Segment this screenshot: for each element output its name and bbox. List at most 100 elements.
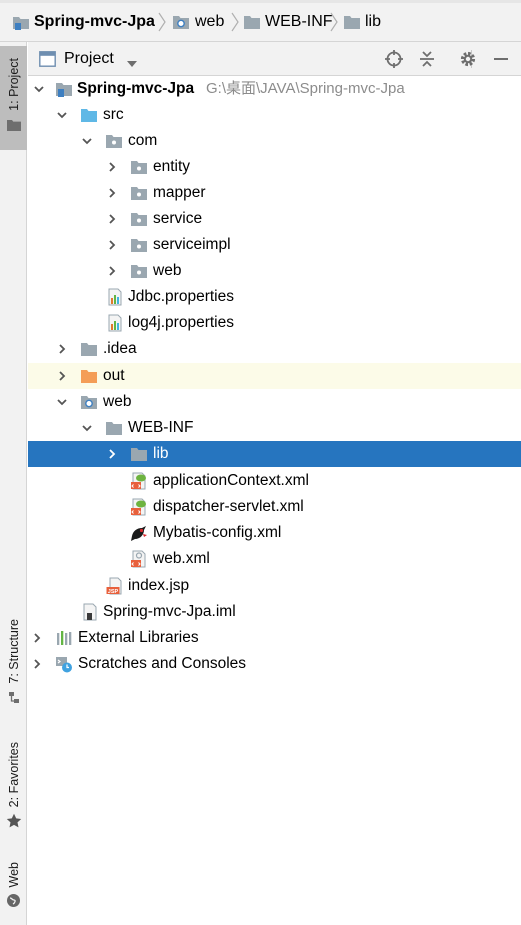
folder-icon [343,13,361,31]
tree-label-serviceimpl: serviceimpl [153,236,231,253]
globe-icon [6,893,21,908]
source-folder-icon [80,106,98,124]
tree-node-service[interactable]: service [28,206,521,232]
panel-title[interactable]: Project [64,49,114,69]
tree-node-scratches[interactable]: Scratches and Consoles [28,651,521,677]
tree-label-out: out [103,367,125,384]
structure-icon [7,691,21,705]
locate-target-icon[interactable] [384,49,404,69]
tree-node-web-xml[interactable]: web.xml [28,546,521,572]
breadcrumb-webinf-label: WEB-INF [265,13,333,30]
chevron-right-icon[interactable] [106,239,118,251]
chevron-down-icon[interactable] [56,396,68,408]
package-folder-icon [105,132,123,150]
tab-structure[interactable]: 7: Structure [0,619,27,719]
breadcrumb-lib-label: lib [365,13,382,30]
tree-node-entity[interactable]: entity [28,154,521,180]
tree-node-lib[interactable]: lib [28,441,521,467]
tree-label-lib: lib [153,445,169,462]
chevron-down-icon[interactable] [56,109,68,121]
folder-icon [130,445,148,463]
svg-text:JSP: JSP [108,589,119,595]
tree-label-dispatcher-servlet: dispatcher-servlet.xml [153,498,304,515]
tree-node-external-libraries[interactable]: External Libraries [28,625,521,651]
chevron-down-icon[interactable] [33,83,45,95]
tree-node-serviceimpl[interactable]: serviceimpl [28,232,521,258]
tree-node-mybatis-config[interactable]: Mybatis-config.xml [28,520,521,546]
view-mode-dropdown-chevron-down-icon[interactable] [126,55,138,67]
tree-node-application-context[interactable]: applicationContext.xml [28,468,521,494]
project-view-icon [39,51,56,67]
tree-node-out[interactable]: out [28,363,521,389]
folder-icon [243,13,261,31]
chevron-down-icon[interactable] [81,135,93,147]
tree-label-src: src [103,106,124,123]
chevron-right-icon[interactable] [106,448,118,460]
project-folder-icon [12,13,30,31]
chevron-right-icon[interactable] [56,370,68,382]
tab-web[interactable]: Web [0,862,27,918]
tab-structure-label: 7: Structure [6,619,21,684]
star-icon [6,813,22,829]
collapse-all-icon[interactable] [417,49,437,69]
hide-panel-minus-icon[interactable] [491,49,511,69]
chevron-right-icon[interactable] [106,213,118,225]
tree-node-log4j-properties[interactable]: log4j.properties [28,310,521,336]
mybatis-bird-icon [130,524,148,542]
web-xml-file-icon [130,550,148,568]
project-panel-header: Project [28,42,521,76]
package-folder-icon [130,236,148,254]
scratches-icon [55,655,73,673]
excluded-folder-icon [80,367,98,385]
tree-node-iml[interactable]: Spring-mvc-Jpa.iml [28,599,521,625]
tree-node-web-dir[interactable]: web [28,389,521,415]
chevron-right-icon[interactable] [56,343,68,355]
jsp-file-icon: JSP [106,577,124,595]
tree-node-mapper[interactable]: mapper [28,180,521,206]
tree-label-scratches: Scratches and Consoles [78,655,247,672]
tree-node-jdbc-properties[interactable]: Jdbc.properties [28,284,521,310]
tree-node-web-package[interactable]: web [28,258,521,284]
spring-xml-file-icon [130,498,148,516]
tree-node-webinf[interactable]: WEB-INF [28,415,521,441]
tab-project[interactable]: 1: Project [0,46,27,150]
tree-node-index-jsp[interactable]: JSP index.jsp [28,573,521,599]
breadcrumb-separator-icon [158,12,166,32]
folder-icon [105,419,123,437]
breadcrumb-item-project[interactable]: Spring-mvc-Jpa [12,12,155,32]
web-folder-icon [80,393,98,411]
chevron-right-icon[interactable] [106,265,118,277]
package-folder-icon [130,158,148,176]
tab-favorites[interactable]: 2: Favorites [0,742,27,842]
tree-label-com: com [128,132,158,149]
tab-project-label: 1: Project [6,58,21,111]
breadcrumb-item-web[interactable]: web [172,12,224,32]
navigation-breadcrumb: Spring-mvc-Jpa web WEB-INF lib [0,0,521,42]
chevron-right-icon[interactable] [106,187,118,199]
tree-label-service: service [153,210,203,227]
package-folder-icon [130,210,148,228]
chevron-down-icon[interactable] [81,422,93,434]
breadcrumb-item-webinf[interactable]: WEB-INF [243,12,333,32]
chevron-right-icon[interactable] [31,658,43,670]
tree-label-root: Spring-mvc-Jpa [77,80,195,97]
external-libraries-icon [55,629,73,647]
tree-label-web-package: web [153,262,182,279]
tree-label-mapper: mapper [153,184,206,201]
tree-node-idea[interactable]: .idea [28,336,521,362]
tree-label-index-jsp: index.jsp [128,577,190,594]
tree-node-root[interactable]: Spring-mvc-Jpa G:\桌面\JAVA\Spring-mvc-Jpa [28,76,521,102]
tree-label-application-context: applicationContext.xml [153,472,309,489]
breadcrumb-item-lib[interactable]: lib [343,12,381,32]
tree-label-jdbc-properties: Jdbc.properties [128,288,234,305]
tree-node-dispatcher-servlet[interactable]: dispatcher-servlet.xml [28,494,521,520]
tree-node-com[interactable]: com [28,128,521,154]
project-folder-icon [55,80,73,98]
chevron-right-icon[interactable] [106,161,118,173]
breadcrumb-web-label: web [195,13,225,30]
project-tree: Spring-mvc-Jpa G:\桌面\JAVA\Spring-mvc-Jpa… [28,76,521,925]
spring-xml-file-icon [130,472,148,490]
chevron-right-icon[interactable] [31,632,43,644]
tree-node-src[interactable]: src [28,102,521,128]
settings-gear-icon[interactable] [458,49,478,69]
